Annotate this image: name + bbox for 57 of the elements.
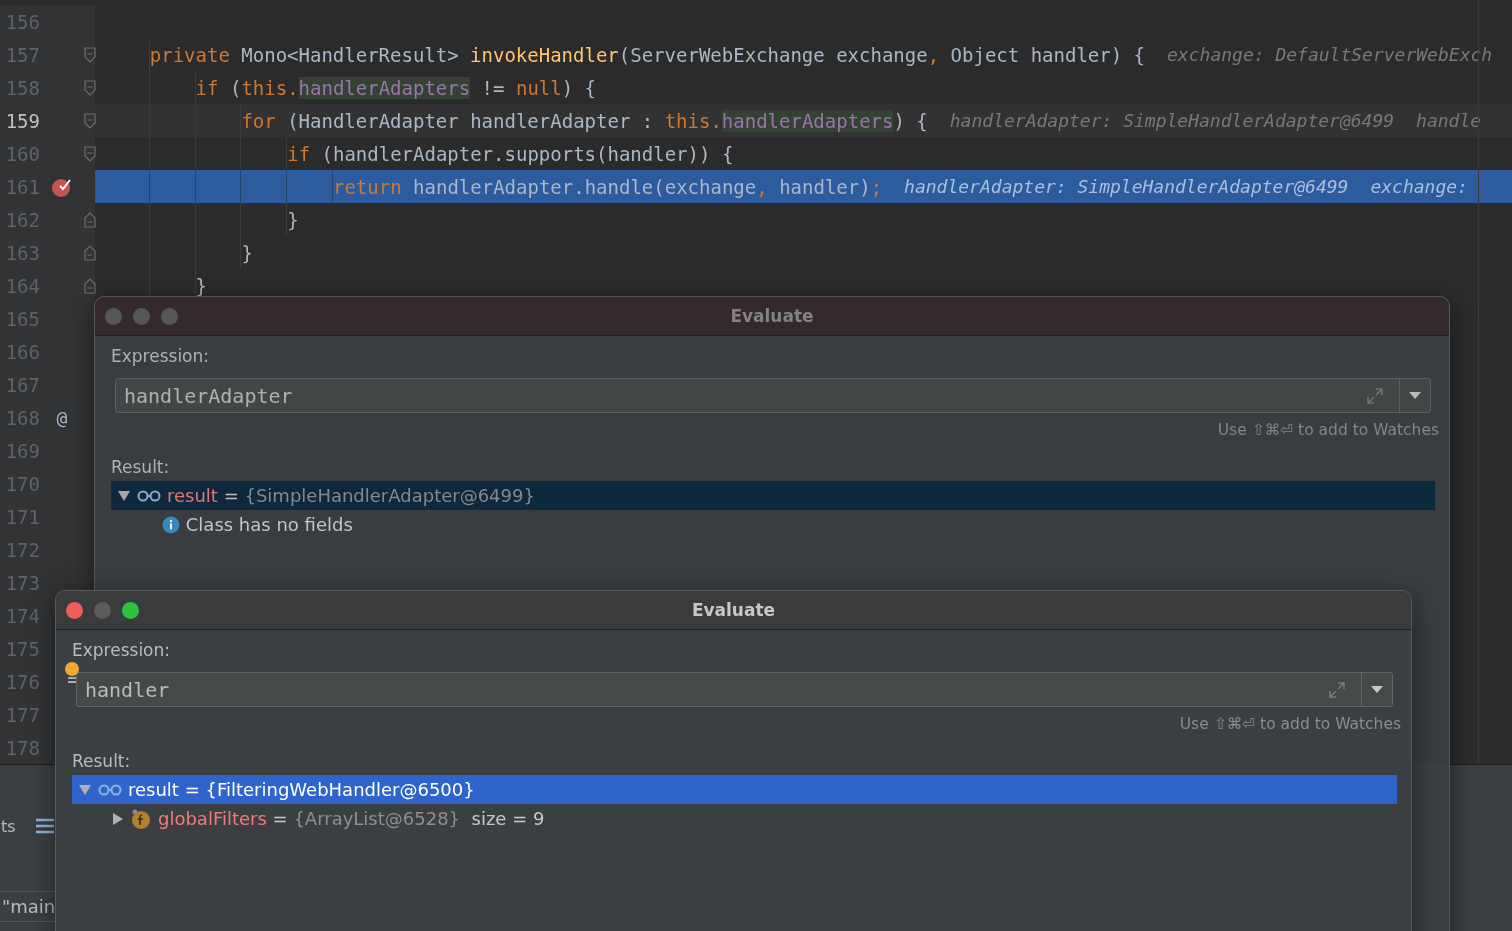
code-line: } xyxy=(287,208,299,231)
result-label: Result: xyxy=(111,457,170,477)
code-line: for (HandlerAdapter handlerAdapter : this.handlerAdapters) { xyxy=(241,109,928,132)
collapsed-triangle-icon[interactable] xyxy=(110,811,124,826)
caret-icon xyxy=(1371,685,1383,694)
close-button[interactable] xyxy=(66,601,83,619)
fold-end-icon[interactable] xyxy=(84,211,96,228)
close-button[interactable] xyxy=(105,307,122,325)
code-line: if (handlerAdapter.supports(handler)) { xyxy=(287,142,734,165)
fold-start-icon[interactable] xyxy=(84,79,96,96)
tree-row[interactable]: result = {FilteringWebHandler@6500} xyxy=(72,775,1397,804)
expression-field[interactable]: handlerAdapter xyxy=(115,378,1431,413)
info-icon xyxy=(161,515,180,534)
tree-row[interactable]: globalFilters = {ArrayList@6528} size = 9 xyxy=(72,804,1397,833)
code-line: } xyxy=(241,241,253,264)
tree-node-label: result = {FilteringWebHandler@6500} xyxy=(128,779,475,800)
line-number: 159 xyxy=(4,109,40,132)
tree-node-label: result = {SimpleHandlerAdapter@6499} xyxy=(167,485,535,506)
expression-label: Expression: xyxy=(72,640,170,660)
code-line: if (this.handlerAdapters != null) { xyxy=(195,76,597,99)
tree-row[interactable]: result = {SimpleHandlerAdapter@6499} xyxy=(111,481,1435,510)
glasses-icon xyxy=(98,783,122,796)
minimize-button[interactable] xyxy=(94,601,111,619)
expression-field[interactable]: handler xyxy=(76,672,1393,707)
dialog-title: Evaluate xyxy=(691,600,776,620)
result-label: Result: xyxy=(72,751,131,771)
expanded-triangle-icon[interactable] xyxy=(117,488,131,503)
field-icon xyxy=(130,807,152,830)
dialog-title: Evaluate xyxy=(730,306,814,326)
inline-hint: handlerAdapter: SimpleHandlerAdapter@6499 xyxy=(949,110,1395,131)
list-icon[interactable] xyxy=(35,818,54,834)
caret-icon xyxy=(1409,391,1421,400)
zoom-button[interactable] xyxy=(122,601,139,619)
fold-start-icon[interactable] xyxy=(84,112,96,129)
code-line: return handlerAdapter.handle(exchange, handler); xyxy=(333,175,883,198)
tree-node-label: globalFilters = {ArrayList@6528} size = 9 xyxy=(158,808,545,829)
fold-end-icon[interactable] xyxy=(84,244,96,261)
fold-start-icon[interactable] xyxy=(84,46,96,63)
minimize-button[interactable] xyxy=(133,307,150,325)
expression-label: Expression: xyxy=(111,346,209,366)
lightbulb-icon[interactable] xyxy=(64,662,80,686)
fold-end-icon[interactable] xyxy=(84,277,96,294)
panel-tab-label[interactable]: ts xyxy=(1,816,16,836)
inline-hint: exchange: DefaultServerWebExch xyxy=(1167,44,1493,65)
inline-hint: exchange: xyxy=(1370,176,1468,197)
glasses-icon xyxy=(137,489,161,502)
gutter-marker[interactable]: @ xyxy=(56,407,68,428)
code-line: } xyxy=(195,274,208,297)
expand-icon[interactable] xyxy=(1327,679,1347,700)
inline-hint: handle xyxy=(1416,110,1482,131)
code-line: private Mono<HandlerResult> invokeHandler(ServerWebExchange exchange, Object handler) { xyxy=(149,43,1146,66)
fold-start-icon[interactable] xyxy=(84,145,96,162)
tree-node-label: Class has no fields xyxy=(185,514,353,535)
expand-icon[interactable] xyxy=(1365,385,1385,406)
inline-hint: handlerAdapter: SimpleHandlerAdapter@6499 xyxy=(904,176,1349,197)
watch-hint: Use ⇧⌘⏎ to add to Watches xyxy=(1217,421,1439,439)
watch-hint: Use ⇧⌘⏎ to add to Watches xyxy=(1179,715,1401,733)
